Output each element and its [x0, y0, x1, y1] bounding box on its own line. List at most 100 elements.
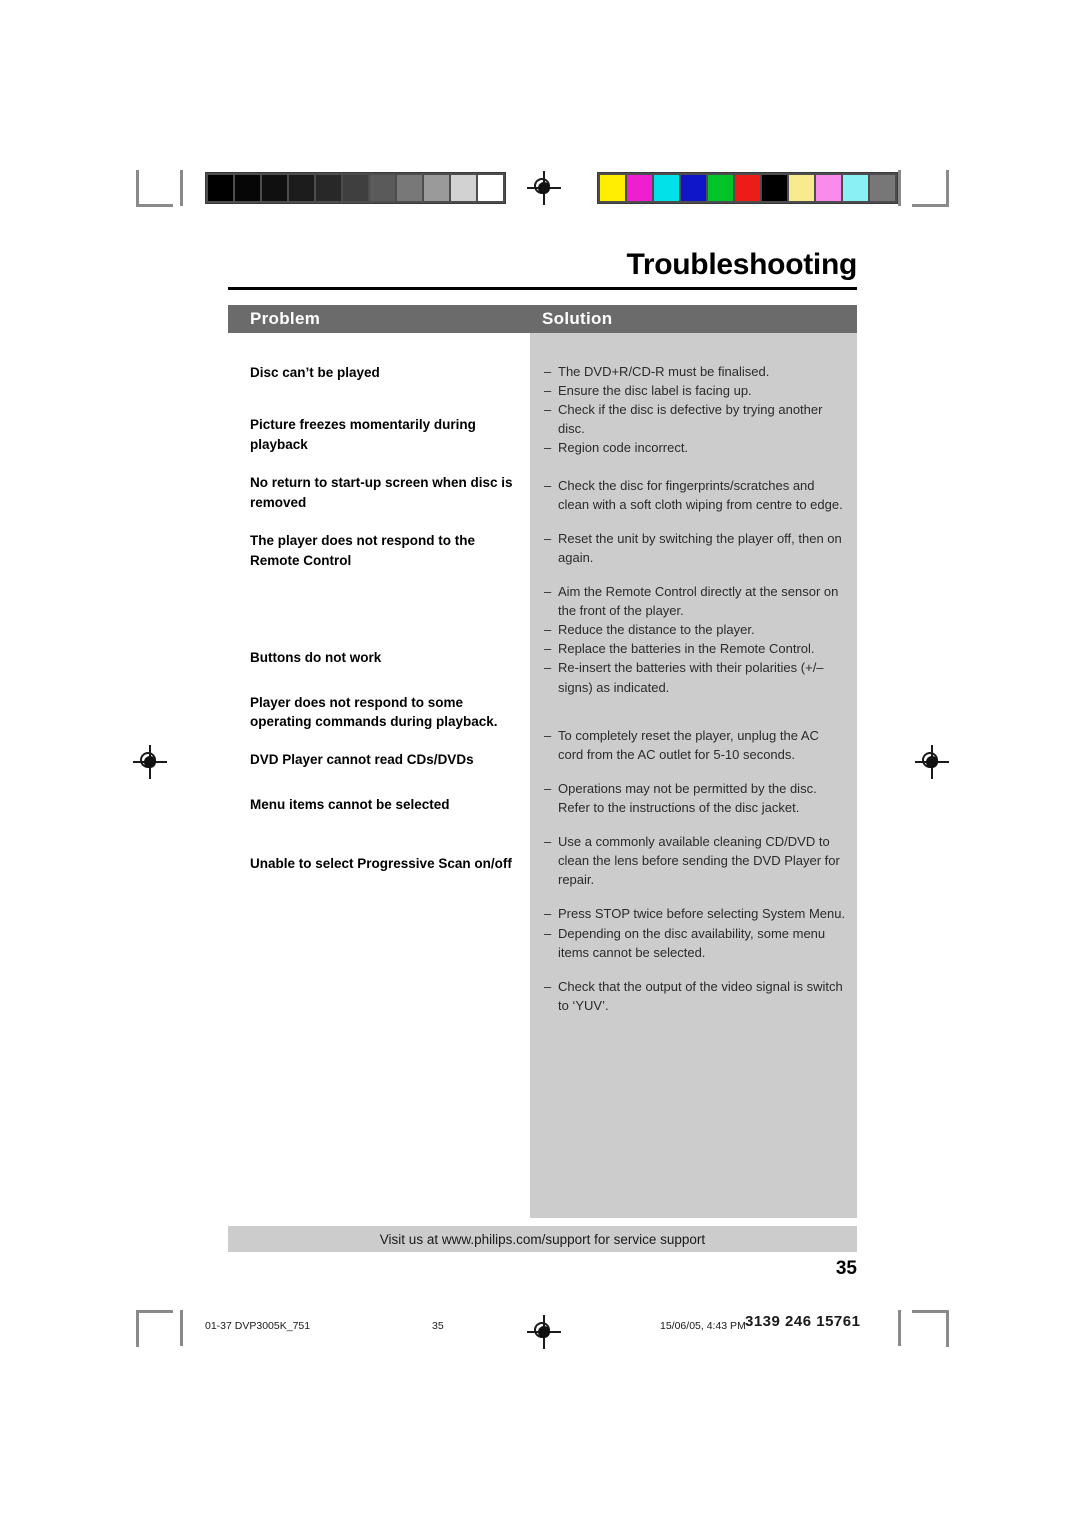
- solution-line: – Check that the output of the video sign…: [544, 977, 847, 1015]
- list-marker: –: [544, 440, 552, 456]
- list-marker: –: [544, 622, 552, 638]
- problem-item: Disc can’t be played: [250, 365, 380, 380]
- solution-line: – Press STOP twice before selecting Syste…: [544, 904, 847, 923]
- list-marker: –: [544, 641, 552, 657]
- solution-group: – The DVD+R/CD-R must be finalised. – Ensur…: [544, 362, 847, 458]
- solution-line: – Check if the disc is defective by tryin…: [544, 400, 847, 438]
- solution-group: – Reset the unit by switching the player …: [544, 529, 847, 567]
- title-rule: [228, 287, 857, 290]
- list-marker: –: [544, 834, 552, 850]
- solution-line: – Use a commonly available cleaning CD/DV…: [544, 832, 847, 889]
- list-marker: –: [544, 530, 552, 546]
- solution-line: – Reset the unit by switching the player …: [544, 529, 847, 567]
- solution-line: – Operations may not be permitted by the …: [544, 779, 847, 817]
- solution-text: The DVD+R/CD-R must be finalised.: [558, 364, 770, 379]
- slug-page: 35: [432, 1320, 444, 1332]
- gray-patch: [208, 175, 233, 201]
- problem-item: Unable to select Progressive Scan on/off: [250, 856, 512, 872]
- list-marker: –: [544, 780, 552, 796]
- crop-bar-top-right: [898, 170, 901, 206]
- solution-text: Replace the batteries in the Remote Cont…: [558, 641, 815, 657]
- solution-group: – Check that the output of the video sign…: [544, 977, 847, 1015]
- problem-item: Player does not respond to some operatin…: [250, 694, 498, 729]
- solution-line: – The DVD+R/CD-R must be finalised.: [544, 362, 847, 381]
- solution-group: – Operations may not be permitted by the …: [544, 779, 847, 817]
- registration-target-icon-bottom: [527, 1315, 561, 1349]
- solution-group: – Use a commonly available cleaning CD/DV…: [544, 832, 847, 889]
- color-patch: [843, 175, 868, 201]
- solution-text: Region code incorrect.: [558, 440, 689, 456]
- gray-patch: [235, 175, 260, 201]
- color-patch: [816, 175, 841, 201]
- solution-text: To completely reset the player, unplug t…: [558, 727, 819, 762]
- color-patch: [600, 175, 625, 201]
- problem-item: Picture freezes momentarily during playb…: [250, 417, 476, 452]
- gray-patch: [262, 175, 287, 201]
- list-marker: –: [544, 906, 552, 922]
- registration-target-icon-left: [133, 745, 167, 779]
- support-bar-text: Visit us at www.philips.com/support for …: [379, 1231, 706, 1247]
- solution-line: – Re-insert the batteries with their pola…: [544, 658, 847, 696]
- solution-line: – Reduce the distance to the player.: [544, 620, 847, 639]
- crop-bar-bottom-left: [180, 1310, 183, 1346]
- solution-text: Ensure the disc label is facing up.: [558, 383, 752, 399]
- color-patch: [735, 175, 760, 201]
- solution-text: Reset the unit by switching the player o…: [558, 530, 842, 565]
- list-marker: –: [544, 364, 552, 379]
- solution-group: – To completely reset the player, unplug …: [544, 726, 847, 764]
- solution-group: – Press STOP twice before selecting Syste…: [544, 904, 847, 961]
- table-header-row: Problem Solution: [228, 305, 857, 333]
- solution-text: Press STOP twice before selecting System…: [558, 906, 846, 922]
- problem-item: DVD Player cannot read CDs/DVDs: [250, 752, 474, 768]
- color-calibration-strip: [597, 172, 898, 204]
- column-header-solution: Solution: [542, 309, 613, 328]
- gray-patch: [370, 175, 395, 201]
- solution-line: – Ensure the disc label is facing up.: [544, 381, 847, 400]
- list-marker: –: [544, 660, 552, 676]
- solution-text: Check the disc for fingerprints/scratche…: [558, 477, 843, 512]
- solution-line: – Replace the batteries in the Remote Con…: [544, 639, 847, 658]
- page-title: Troubleshooting: [626, 248, 858, 281]
- gray-patch: [343, 175, 368, 201]
- registration-target-icon-right: [915, 745, 949, 779]
- gray-patch: [424, 175, 449, 201]
- slug-document-id: 01-37 DVP3005K_751: [205, 1320, 311, 1332]
- solution-group: – Aim the Remote Control directly at the …: [544, 582, 847, 697]
- color-patch: [789, 175, 814, 201]
- list-marker: –: [544, 477, 552, 493]
- color-patch: [627, 175, 652, 201]
- page-number: 35: [835, 1258, 857, 1279]
- list-marker: –: [544, 583, 552, 599]
- column-header-problem: Problem: [250, 309, 321, 328]
- solution-group: – Check the disc for fingerprints/scratch…: [544, 476, 847, 514]
- crop-bar-bottom-right: [898, 1310, 901, 1346]
- solution-line: – Aim the Remote Control directly at the …: [544, 582, 847, 620]
- solution-line: – Check the disc for fingerprints/scratch…: [544, 476, 847, 514]
- list-marker: –: [544, 402, 552, 418]
- solution-text: Check if the disc is defective by trying…: [558, 402, 823, 437]
- gray-patch: [478, 175, 503, 201]
- crop-mark-bottom-left: [136, 1310, 173, 1347]
- crop-mark-top-right: [912, 170, 949, 207]
- list-marker: –: [544, 727, 552, 743]
- crop-mark-top-left: [136, 170, 173, 207]
- troubleshooting-table: Problem Solution Disc can’t be played Pi…: [228, 305, 857, 1218]
- solution-text: Check that the output of the video signa…: [558, 978, 843, 1013]
- solution-line: – Depending on the disc availability, som…: [544, 924, 847, 962]
- registration-target-icon: [527, 171, 561, 205]
- gray-patch: [451, 175, 476, 201]
- gray-patch: [289, 175, 314, 201]
- table-body: Disc can’t be played Picture freezes mom…: [228, 333, 857, 1218]
- list-marker: –: [544, 978, 552, 994]
- slug-timestamp: 15/06/05, 4:43 PM: [660, 1320, 746, 1332]
- problem-column: Disc can’t be played Picture freezes mom…: [228, 333, 530, 1218]
- list-marker: –: [544, 383, 552, 399]
- color-patch: [762, 175, 787, 201]
- solution-text: Aim the Remote Control directly at the s…: [558, 583, 839, 619]
- solution-text: Re-insert the batteries with their polar…: [558, 660, 824, 695]
- support-bar: Visit us at www.philips.com/support for …: [228, 1226, 857, 1252]
- problem-item: Menu items cannot be selected: [250, 796, 450, 812]
- color-patch: [708, 175, 733, 201]
- solution-line: – Region code incorrect.: [544, 438, 847, 457]
- gray-patch: [397, 175, 422, 201]
